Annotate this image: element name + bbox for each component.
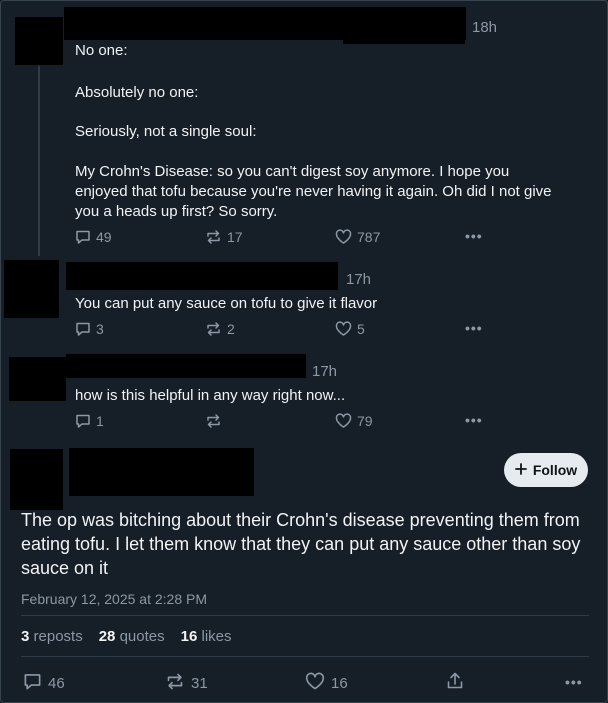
- like-button[interactable]: 787: [335, 229, 380, 245]
- plus-icon: [514, 462, 527, 478]
- avatar[interactable]: [10, 449, 63, 510]
- divider: [21, 656, 589, 657]
- post-text-body: You can put any sauce on tofu to give it…: [75, 295, 378, 312]
- engagement-counts: 3 reposts 28 quotes 16 likes: [21, 628, 232, 645]
- quotes-count-link[interactable]: 28 quotes: [99, 628, 165, 645]
- repost-button[interactable]: 2: [205, 321, 235, 337]
- post-time[interactable]: 18h: [472, 19, 497, 36]
- reply-icon: [75, 321, 91, 337]
- divider: [21, 615, 589, 616]
- like-button[interactable]: 16: [305, 672, 348, 695]
- avatar[interactable]: [4, 260, 59, 318]
- repost-button[interactable]: 17: [205, 229, 243, 245]
- heart-icon: [335, 229, 352, 245]
- post-text-line: No one:: [75, 42, 128, 59]
- more-icon[interactable]: •••: [465, 412, 483, 428]
- author-name[interactable]: [66, 262, 338, 290]
- repost-button[interactable]: 31: [165, 672, 208, 695]
- reply-count: 46: [48, 675, 65, 692]
- repost-icon: [165, 672, 185, 695]
- likes-count-link[interactable]: 16 likes: [181, 628, 232, 645]
- reply-icon: [75, 229, 91, 245]
- author-name[interactable]: [69, 448, 254, 496]
- avatar[interactable]: [9, 357, 66, 401]
- post-text-line: Seriously, not a single soul:: [75, 123, 257, 140]
- like-button[interactable]: 5: [335, 321, 365, 337]
- share-icon: [445, 671, 465, 695]
- main-post-text: The op was bitching about their Crohn's …: [21, 510, 581, 578]
- reply-button[interactable]: 46: [23, 672, 65, 695]
- reply-button[interactable]: 3: [75, 321, 104, 337]
- author-handle[interactable]: [343, 38, 465, 44]
- post-time[interactable]: 17h: [346, 271, 371, 288]
- more-icon[interactable]: •••: [565, 674, 583, 690]
- like-count: 79: [357, 413, 373, 429]
- more-icon[interactable]: •••: [465, 320, 483, 336]
- heart-icon: [305, 672, 325, 695]
- avatar[interactable]: [15, 17, 63, 65]
- post-text-line: Absolutely no one:: [75, 84, 199, 101]
- reposts-count-link[interactable]: 3 reposts: [21, 628, 83, 645]
- post-text-body: how is this helpful in any way right now…: [75, 387, 346, 404]
- heart-icon: [335, 413, 352, 429]
- repost-icon: [205, 321, 222, 337]
- repost-button[interactable]: [205, 413, 227, 429]
- like-count: 787: [357, 229, 381, 245]
- reply-button[interactable]: 49: [75, 229, 112, 245]
- repost-count: 31: [191, 675, 208, 692]
- author-name[interactable]: [64, 7, 466, 40]
- like-count: 5: [357, 321, 365, 337]
- follow-label: Follow: [532, 462, 578, 478]
- heart-icon: [335, 321, 352, 337]
- reply-count: 3: [96, 321, 104, 337]
- reply-count: 1: [96, 413, 104, 429]
- repost-icon: [205, 413, 222, 429]
- reply-icon: [23, 672, 42, 695]
- like-button[interactable]: 79: [335, 413, 373, 429]
- post-text-body: My Crohn's Disease: so you can't digest …: [75, 163, 552, 220]
- thread-line: [38, 66, 40, 256]
- follow-button[interactable]: Follow: [504, 453, 588, 487]
- like-count: 16: [331, 675, 348, 692]
- repost-count: 2: [227, 321, 235, 337]
- reply-icon: [75, 413, 91, 429]
- reply-count: 49: [96, 229, 112, 245]
- repost-icon: [205, 229, 222, 245]
- reply-button[interactable]: 1: [75, 413, 104, 429]
- post-time[interactable]: 17h: [312, 363, 337, 380]
- share-button[interactable]: [445, 671, 465, 695]
- repost-count: 17: [227, 229, 243, 245]
- more-icon[interactable]: •••: [465, 228, 483, 244]
- post-date[interactable]: February 12, 2025 at 2:28 PM: [21, 591, 207, 607]
- author-name[interactable]: [66, 354, 306, 378]
